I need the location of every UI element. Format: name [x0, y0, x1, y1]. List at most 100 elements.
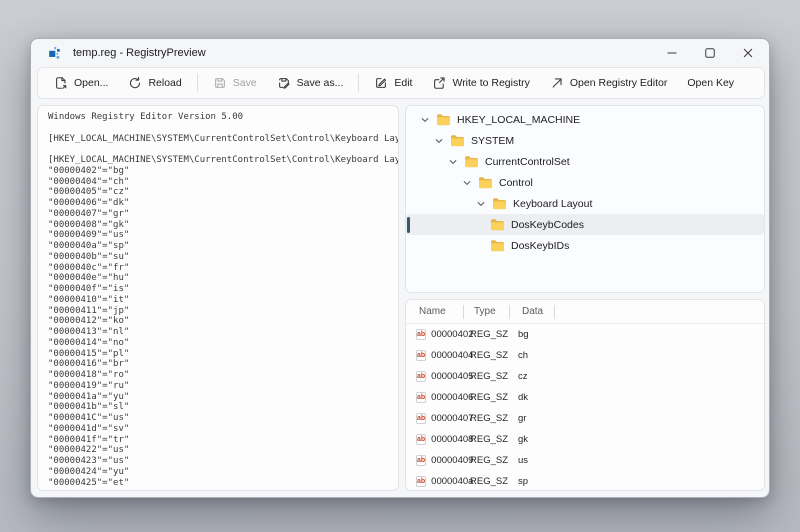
- tree-item[interactable]: SYSTEM: [406, 130, 764, 151]
- editor-line: "00000423"="us": [48, 456, 398, 467]
- grid-row[interactable]: ab 00000408 REG_SZ gk: [406, 429, 764, 450]
- grid-row[interactable]: ab 00000406 REG_SZ dk: [406, 387, 764, 408]
- folder-icon: [436, 113, 451, 126]
- minimize-button[interactable]: [653, 39, 691, 67]
- value-data: gr: [510, 413, 555, 424]
- string-value-icon: ab: [416, 434, 426, 445]
- editor-line: "00000409"="us": [48, 230, 398, 241]
- editor-line: [HKEY_LOCAL_MACHINE\SYSTEM\CurrentContro…: [48, 155, 398, 166]
- string-value-icon: ab: [416, 476, 426, 487]
- write-registry-icon: [432, 76, 446, 90]
- editor-line: "00000424"="yu": [48, 467, 398, 478]
- chevron-down-icon[interactable]: [448, 156, 464, 168]
- value-type: REG_SZ: [464, 434, 510, 445]
- app-icon: [47, 46, 61, 60]
- grid-row[interactable]: ab 00000409 REG_SZ us: [406, 450, 764, 471]
- value-data: sp: [510, 476, 555, 487]
- grid-header: NameTypeData: [406, 300, 764, 324]
- save-icon: [213, 76, 227, 90]
- grid-row[interactable]: ab 00000405 REG_SZ cz: [406, 366, 764, 387]
- minimize-icon: [667, 48, 677, 58]
- editor-line: "0000040f"="is": [48, 284, 398, 295]
- string-value-icon: ab: [416, 413, 426, 424]
- toolbar-button[interactable]: Open...: [44, 71, 118, 95]
- editor-line: "00000407"="gr": [48, 209, 398, 220]
- value-type: REG_SZ: [464, 329, 510, 340]
- toolbar-button[interactable]: Save as...: [267, 71, 354, 95]
- tree-item[interactable]: DosKeybCodes: [406, 214, 764, 235]
- reg-file-editor[interactable]: Windows Registry Editor Version 5.00 [HK…: [37, 105, 399, 491]
- maximize-button[interactable]: [691, 39, 729, 67]
- editor-line: "00000402"="bg": [48, 166, 398, 177]
- chevron-down-icon[interactable]: [434, 135, 450, 147]
- editor-line: "0000040e"="hu": [48, 273, 398, 284]
- editor-line: "00000416"="br": [48, 359, 398, 370]
- chevron-down-icon[interactable]: [462, 177, 478, 189]
- grid-column-header[interactable]: Data: [510, 305, 555, 319]
- toolbar-button-label: Open Registry Editor: [570, 77, 667, 89]
- close-button[interactable]: [729, 39, 767, 67]
- folder-icon: [490, 239, 505, 252]
- editor-line: "0000041a"="yu": [48, 392, 398, 403]
- editor-line: "0000040a"="sp": [48, 241, 398, 252]
- tree-item[interactable]: Control: [406, 172, 764, 193]
- editor-line: "00000415"="pl": [48, 349, 398, 360]
- value-data: cz: [510, 371, 555, 382]
- editor-line: "00000419"="ru": [48, 381, 398, 392]
- toolbar-button-label: Write to Registry: [452, 77, 529, 89]
- chevron-down-icon[interactable]: [476, 198, 492, 210]
- value-type: REG_SZ: [464, 413, 510, 424]
- tree-item-label: Keyboard Layout: [513, 198, 592, 210]
- editor-line: [48, 123, 398, 134]
- grid-row[interactable]: ab 0000040a REG_SZ sp: [406, 471, 764, 491]
- tree-item[interactable]: Keyboard Layout: [406, 193, 764, 214]
- toolbar-button[interactable]: Edit: [364, 71, 422, 95]
- editor-line: "00000414"="no": [48, 338, 398, 349]
- editor-line: "0000041d"="sv": [48, 424, 398, 435]
- tree-item[interactable]: DosKeybIDs: [406, 235, 764, 256]
- grid-row[interactable]: ab 00000404 REG_SZ ch: [406, 345, 764, 366]
- editor-line: "00000413"="nl": [48, 327, 398, 338]
- folder-icon: [464, 155, 479, 168]
- editor-line: [HKEY_LOCAL_MACHINE\SYSTEM\CurrentContro…: [48, 134, 398, 145]
- grid-column-header[interactable]: Name: [406, 305, 464, 319]
- editor-line: [48, 144, 398, 155]
- editor-line: Windows Registry Editor Version 5.00: [48, 112, 398, 123]
- tree-item-label: DosKeybIDs: [511, 240, 569, 252]
- values-grid: NameTypeData ab 00000402 REG_SZ bg ab 00…: [405, 299, 765, 491]
- grid-column-header[interactable]: Type: [464, 305, 510, 319]
- toolbar-button[interactable]: Open Registry Editor: [540, 71, 677, 95]
- editor-line: "00000411"="jp": [48, 306, 398, 317]
- editor-line: "0000040b"="su": [48, 252, 398, 263]
- folder-icon: [490, 218, 505, 231]
- string-value-icon: ab: [416, 455, 426, 466]
- tree-item-label: SYSTEM: [471, 135, 514, 147]
- toolbar-button-label: Edit: [394, 77, 412, 89]
- toolbar-button[interactable]: Save: [203, 71, 267, 95]
- registry-tree: HKEY_LOCAL_MACHINE SYSTEM CurrentControl…: [405, 105, 765, 293]
- editor-line: "0000041f"="tr": [48, 435, 398, 446]
- folder-icon: [492, 197, 507, 210]
- editor-line: "0000040c"="fr": [48, 263, 398, 274]
- editor-line: "00000404"="ch": [48, 177, 398, 188]
- value-data: dk: [510, 392, 555, 403]
- tree-item[interactable]: CurrentControlSet: [406, 151, 764, 172]
- toolbar-button[interactable]: Reload: [118, 71, 191, 95]
- toolbar-button[interactable]: Write to Registry: [422, 71, 539, 95]
- registry-preview-window: temp.reg - RegistryPreview Open... Reloa…: [30, 38, 770, 498]
- string-value-icon: ab: [416, 371, 426, 382]
- editor-line: "00000425"="et": [48, 478, 398, 489]
- grid-row[interactable]: ab 00000407 REG_SZ gr: [406, 408, 764, 429]
- toolbar-button-label: Reload: [148, 77, 181, 89]
- chevron-down-icon[interactable]: [420, 114, 436, 126]
- titlebar: temp.reg - RegistryPreview: [31, 39, 769, 67]
- open-external-icon: [550, 76, 564, 90]
- grid-row[interactable]: ab 00000402 REG_SZ bg: [406, 324, 764, 345]
- string-value-icon: ab: [416, 329, 426, 340]
- editor-line: "00000410"="it": [48, 295, 398, 306]
- editor-line: "00000408"="gk": [48, 220, 398, 231]
- tree-item[interactable]: HKEY_LOCAL_MACHINE: [406, 109, 764, 130]
- editor-line: "00000406"="dk": [48, 198, 398, 209]
- tree-item-label: CurrentControlSet: [485, 156, 570, 168]
- toolbar-button[interactable]: Open Key: [677, 71, 744, 95]
